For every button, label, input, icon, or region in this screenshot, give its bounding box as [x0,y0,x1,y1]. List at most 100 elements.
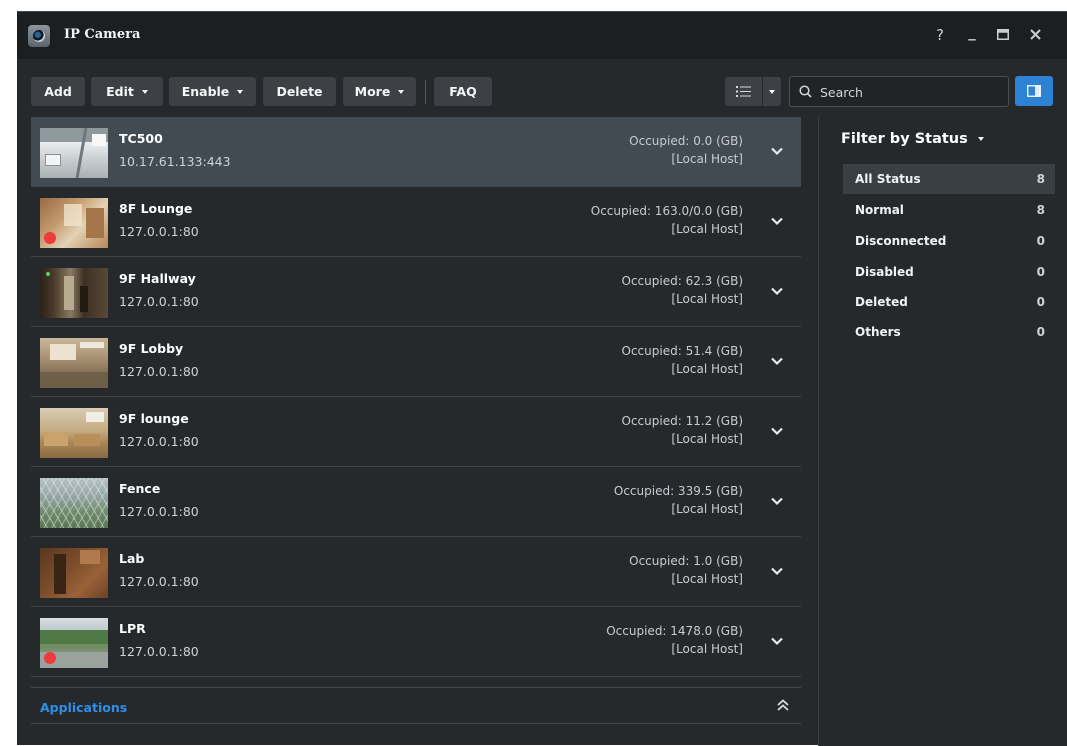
camera-row-tc500[interactable]: TC500 10.17.61.133:443 Occupied: 0.0 (GB… [31,117,801,187]
add-button[interactable]: Add [31,77,85,106]
close-icon[interactable] [1024,24,1046,46]
filter-normal[interactable]: Normal 8 [843,195,1055,225]
caret-down-icon [769,89,775,94]
chevron-down-icon[interactable] [769,563,785,579]
add-button-label: Add [44,84,72,99]
chevron-down-icon[interactable] [769,493,785,509]
camera-name: Lab [119,551,145,566]
host-text: [Local Host] [671,572,743,586]
applications-section[interactable]: Applications [31,687,801,724]
caret-down-icon [977,137,984,141]
double-chevron-up-icon[interactable] [776,698,790,712]
filter-count: 0 [1036,234,1045,248]
occupied-text: Occupied: 1478.0 (GB) [606,624,743,638]
list-view-button[interactable] [725,77,762,106]
camera-address: 10.17.61.133:443 [119,154,231,169]
caret-down-icon [398,89,405,94]
camera-thumbnail [40,408,108,458]
host-text: [Local Host] [671,642,743,656]
caret-down-icon [237,89,244,94]
view-options-dropdown[interactable] [763,77,781,106]
filter-title: Filter by Status [841,131,968,147]
occupied-text: Occupied: 163.0/0.0 (GB) [590,204,743,218]
filter-label: Normal [855,203,904,217]
filter-disabled[interactable]: Disabled 0 [843,257,1055,287]
camera-storage: Occupied: 62.3 (GB) [Local Host] [622,272,743,308]
occupied-text: Occupied: 51.4 (GB) [621,344,743,358]
occupied-text: Occupied: 339.5 (GB) [613,484,743,498]
host-text: [Local Host] [671,152,743,166]
occupied-text: Occupied: 0.0 (GB) [629,134,743,148]
filter-by-status-dropdown[interactable]: Filter by Status [841,131,984,147]
camera-name: 8F Lounge [119,201,193,216]
chevron-down-icon[interactable] [769,423,785,439]
camera-row-fence[interactable]: Fence 127.0.0.1:80 Occupied: 339.5 (GB) [… [31,467,801,537]
toggle-filter-panel-button[interactable] [1015,76,1053,106]
camera-thumbnail [40,548,108,598]
camera-row-9f-hallway[interactable]: 9F Hallway 127.0.0.1:80 Occupied: 62.3 (… [31,257,801,327]
filter-panel: Filter by Status All Status 8 Normal 8 D… [818,117,1067,746]
minimize-icon[interactable]: _ [961,21,983,43]
enable-button-label: Enable [181,84,230,99]
camera-storage: Occupied: 339.5 (GB) [Local Host] [614,482,743,518]
faq-button-label: FAQ [449,84,477,99]
search-box[interactable] [789,76,1009,107]
host-text: [Local Host] [671,432,743,446]
occupied-text: Occupied: 11.2 (GB) [621,414,743,428]
filter-label: Disabled [855,265,914,279]
edit-button[interactable]: Edit [91,77,163,106]
ip-camera-app-icon [28,25,50,47]
filter-label: Disconnected [855,234,947,248]
ip-camera-window: IP Camera ? _ Add Edit Enable Delete Mor… [17,11,1067,746]
delete-button[interactable]: Delete [263,77,336,106]
toolbar-separator [425,80,426,104]
filter-count: 0 [1036,265,1045,279]
camera-row-9f-lounge[interactable]: 9F lounge 127.0.0.1:80 Occupied: 11.2 (G… [31,397,801,467]
filter-label: Others [855,325,901,339]
filter-count: 0 [1036,325,1045,339]
maximize-icon[interactable] [992,24,1014,46]
enable-button[interactable]: Enable [169,77,256,106]
filter-count: 8 [1036,203,1045,217]
more-button[interactable]: More [343,77,416,106]
filter-all-status[interactable]: All Status 8 [843,164,1055,194]
chevron-down-icon[interactable] [769,283,785,299]
chevron-down-icon[interactable] [769,143,785,159]
applications-label: Applications [40,700,128,715]
camera-storage: Occupied: 0.0 (GB) [Local Host] [629,132,743,168]
camera-list: TC500 10.17.61.133:443 Occupied: 0.0 (GB… [31,117,801,685]
search-input[interactable] [820,82,1000,102]
camera-thumbnail [40,268,108,318]
toolbar: Add Edit Enable Delete More FAQ [17,59,1067,117]
recording-indicator [44,232,56,244]
filter-disconnected[interactable]: Disconnected 0 [843,226,1055,256]
filter-label: Deleted [855,295,908,309]
window-title: IP Camera [64,27,141,42]
camera-row-lpr[interactable]: LPR 127.0.0.1:80 Occupied: 1478.0 (GB) [L… [31,607,801,677]
camera-storage: Occupied: 1478.0 (GB) [Local Host] [606,622,743,658]
filter-deleted[interactable]: Deleted 0 [843,287,1055,317]
filter-others[interactable]: Others 0 [843,317,1055,347]
camera-name: 9F lounge [119,411,189,426]
delete-button-label: Delete [276,84,323,99]
camera-row-9f-lobby[interactable]: 9F Lobby 127.0.0.1:80 Occupied: 51.4 (GB… [31,327,801,397]
camera-address: 127.0.0.1:80 [119,364,199,379]
host-text: [Local Host] [671,362,743,376]
edit-button-label: Edit [106,84,134,99]
chevron-down-icon[interactable] [769,633,785,649]
title-bar[interactable]: IP Camera ? _ [17,12,1067,59]
chevron-down-icon[interactable] [769,353,785,369]
camera-name: 9F Hallway [119,271,196,286]
faq-button[interactable]: FAQ [434,77,492,106]
help-icon[interactable]: ? [929,24,951,46]
camera-row-8f-lounge[interactable]: 8F Lounge 127.0.0.1:80 Occupied: 163.0/0… [31,187,801,257]
caret-down-icon [141,89,148,94]
camera-thumbnail [40,618,108,668]
list-view-icon [736,86,751,97]
host-text: [Local Host] [671,502,743,516]
chevron-down-icon[interactable] [769,213,785,229]
camera-row-lab[interactable]: Lab 127.0.0.1:80 Occupied: 1.0 (GB) [Loca… [31,537,801,607]
filter-label: All Status [855,172,921,186]
camera-storage: Occupied: 163.0/0.0 (GB) [Local Host] [591,202,743,238]
host-text: [Local Host] [671,292,743,306]
